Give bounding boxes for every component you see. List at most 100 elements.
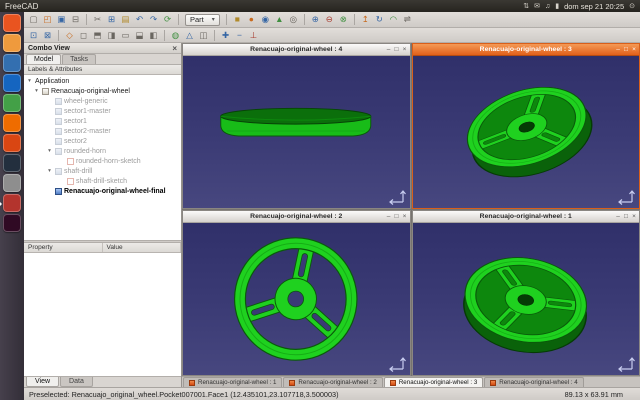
tab-tasks[interactable]: Tasks	[62, 54, 96, 64]
property-column-header[interactable]: Property	[24, 243, 103, 252]
right-view-icon[interactable]: ◨	[105, 29, 118, 42]
maximize-icon[interactable]: □	[622, 44, 630, 55]
extrude-icon[interactable]: ↥	[359, 13, 372, 26]
3d-view-1[interactable]	[413, 223, 640, 375]
maximize-icon[interactable]: □	[622, 211, 630, 222]
close-icon[interactable]: ×	[401, 44, 409, 55]
new-document-icon[interactable]: ▢	[27, 13, 40, 26]
front-view-icon[interactable]: ◻	[77, 29, 90, 42]
tab-model[interactable]: Model	[26, 54, 61, 64]
revolve-icon[interactable]: ↻	[373, 13, 386, 26]
launcher-item-libreoffice-writer[interactable]	[3, 74, 21, 92]
launcher-item-firefox[interactable]	[3, 54, 21, 72]
bottom-view-icon[interactable]: ⬓	[133, 29, 146, 42]
zoom-out-icon[interactable]: −	[233, 29, 246, 42]
3d-view-4[interactable]	[183, 56, 410, 208]
launcher-item-amazon[interactable]	[3, 154, 21, 172]
tree-item-shaft-drill[interactable]: ▾ shaft-drill	[24, 166, 181, 176]
part-box-icon[interactable]: ■	[231, 13, 244, 26]
tree-item-application[interactable]: ▾ Application	[24, 76, 181, 86]
measure-icon[interactable]: ⊥	[247, 29, 260, 42]
expander-icon[interactable]: ▾	[33, 88, 40, 94]
part-cylinder-icon[interactable]: ●	[245, 13, 258, 26]
boolean-cut-icon[interactable]: ⊖	[323, 13, 336, 26]
tree-item-final[interactable]: Renacuajo-original-wheel-final	[24, 186, 181, 196]
save-document-icon[interactable]: ▣	[55, 13, 68, 26]
document-tab-4[interactable]: Renacuajo-original-wheel : 4	[484, 377, 583, 387]
undo-icon[interactable]: ↶	[133, 13, 146, 26]
document-tab-1[interactable]: Renacuajo-original-wheel : 1	[183, 377, 282, 387]
cut-icon[interactable]: ✂	[91, 13, 104, 26]
maximize-icon[interactable]: □	[393, 44, 401, 55]
launcher-item-system-settings[interactable]	[3, 174, 21, 192]
minimize-icon[interactable]: –	[614, 211, 622, 222]
expander-icon[interactable]: ▾	[26, 78, 33, 84]
3d-view-2[interactable]	[183, 223, 410, 375]
property-editor-body[interactable]	[24, 253, 181, 376]
tree-item-rounded-horn-sketch[interactable]: rounded-horn-sketch	[24, 156, 181, 166]
combo-view-titlebar[interactable]: Combo View ×	[24, 43, 181, 54]
launcher-item-files[interactable]	[3, 34, 21, 52]
mirror-icon[interactable]: ⇌	[401, 13, 414, 26]
tree-item-sector2[interactable]: sector2	[24, 136, 181, 146]
texture-icon[interactable]: ◫	[197, 29, 210, 42]
tree-item-wheel-generic[interactable]: wheel-generic	[24, 96, 181, 106]
expander-icon[interactable]: ▾	[46, 148, 53, 154]
tree-item-sector2-master[interactable]: sector2-master	[24, 126, 181, 136]
part-sphere-icon[interactable]: ◉	[259, 13, 272, 26]
value-column-header[interactable]: Value	[103, 243, 182, 252]
mail-indicator-icon[interactable]: ✉	[534, 2, 540, 10]
print-icon[interactable]: ⊟	[69, 13, 82, 26]
perspective-icon[interactable]: △	[183, 29, 196, 42]
tab-view[interactable]: View	[26, 377, 59, 387]
minimize-icon[interactable]: –	[385, 44, 393, 55]
close-icon[interactable]: ×	[630, 211, 638, 222]
document-tab-2[interactable]: Renacuajo-original-wheel : 2	[283, 377, 382, 387]
clock[interactable]: dom sep 21 20:25	[564, 2, 624, 11]
top-view-icon[interactable]: ⬒	[91, 29, 104, 42]
launcher-item-ubuntu-software[interactable]	[3, 134, 21, 152]
rear-view-icon[interactable]: ▭	[119, 29, 132, 42]
launcher-item-freecad[interactable]	[3, 194, 21, 212]
launcher-item-libreoffice-calc[interactable]	[3, 94, 21, 112]
tab-data[interactable]: Data	[60, 377, 93, 387]
part-cone-icon[interactable]: ▲	[273, 13, 286, 26]
open-document-icon[interactable]: ◰	[41, 13, 54, 26]
part-torus-icon[interactable]: ◎	[287, 13, 300, 26]
expander-icon[interactable]: ▾	[46, 168, 53, 174]
viewport-3-titlebar[interactable]: Renacuajo-original-wheel : 3 – □ ×	[413, 44, 640, 56]
document-tab-3[interactable]: Renacuajo-original-wheel : 3	[384, 377, 483, 387]
redo-icon[interactable]: ↷	[147, 13, 160, 26]
fillet-icon[interactable]: ◠	[387, 13, 400, 26]
boolean-union-icon[interactable]: ⊕	[309, 13, 322, 26]
close-icon[interactable]: ×	[401, 211, 409, 222]
tree-item-sector1[interactable]: sector1	[24, 116, 181, 126]
3d-view-3[interactable]	[413, 56, 640, 208]
fit-all-icon[interactable]: ⊡	[27, 29, 40, 42]
paste-icon[interactable]: ▤	[119, 13, 132, 26]
network-indicator-icon[interactable]: ⇅	[523, 2, 529, 10]
boolean-intersection-icon[interactable]: ⊗	[337, 13, 350, 26]
launcher-item-libreoffice-impress[interactable]	[3, 114, 21, 132]
tree-item-sector1-master[interactable]: sector1-master	[24, 106, 181, 116]
draw-style-icon[interactable]: ◍	[169, 29, 182, 42]
refresh-icon[interactable]: ⟳	[161, 13, 174, 26]
zoom-in-icon[interactable]: ✚	[219, 29, 232, 42]
tree-item-document[interactable]: ▾ Renacuajo-original-wheel	[24, 86, 181, 96]
minimize-icon[interactable]: –	[614, 44, 622, 55]
close-icon[interactable]: ×	[630, 44, 638, 55]
launcher-item-ubuntu[interactable]	[3, 14, 21, 32]
left-view-icon[interactable]: ◧	[147, 29, 160, 42]
launcher-item-terminal[interactable]	[3, 214, 21, 232]
close-icon[interactable]: ×	[172, 44, 177, 53]
workbench-selector[interactable]: Part ▾	[185, 14, 220, 26]
tree-item-shaft-drill-sketch[interactable]: shaft-drill-sketch	[24, 176, 181, 186]
viewport-1-titlebar[interactable]: Renacuajo-original-wheel : 1 – □ ×	[413, 211, 640, 223]
tree-item-rounded-horn[interactable]: ▾ rounded-horn	[24, 146, 181, 156]
copy-icon[interactable]: ⊞	[105, 13, 118, 26]
sound-indicator-icon[interactable]: ♫	[545, 3, 550, 10]
maximize-icon[interactable]: □	[393, 211, 401, 222]
battery-indicator-icon[interactable]: ▮	[555, 2, 559, 10]
minimize-icon[interactable]: –	[385, 211, 393, 222]
viewport-2-titlebar[interactable]: Renacuajo-original-wheel : 2 – □ ×	[183, 211, 410, 223]
